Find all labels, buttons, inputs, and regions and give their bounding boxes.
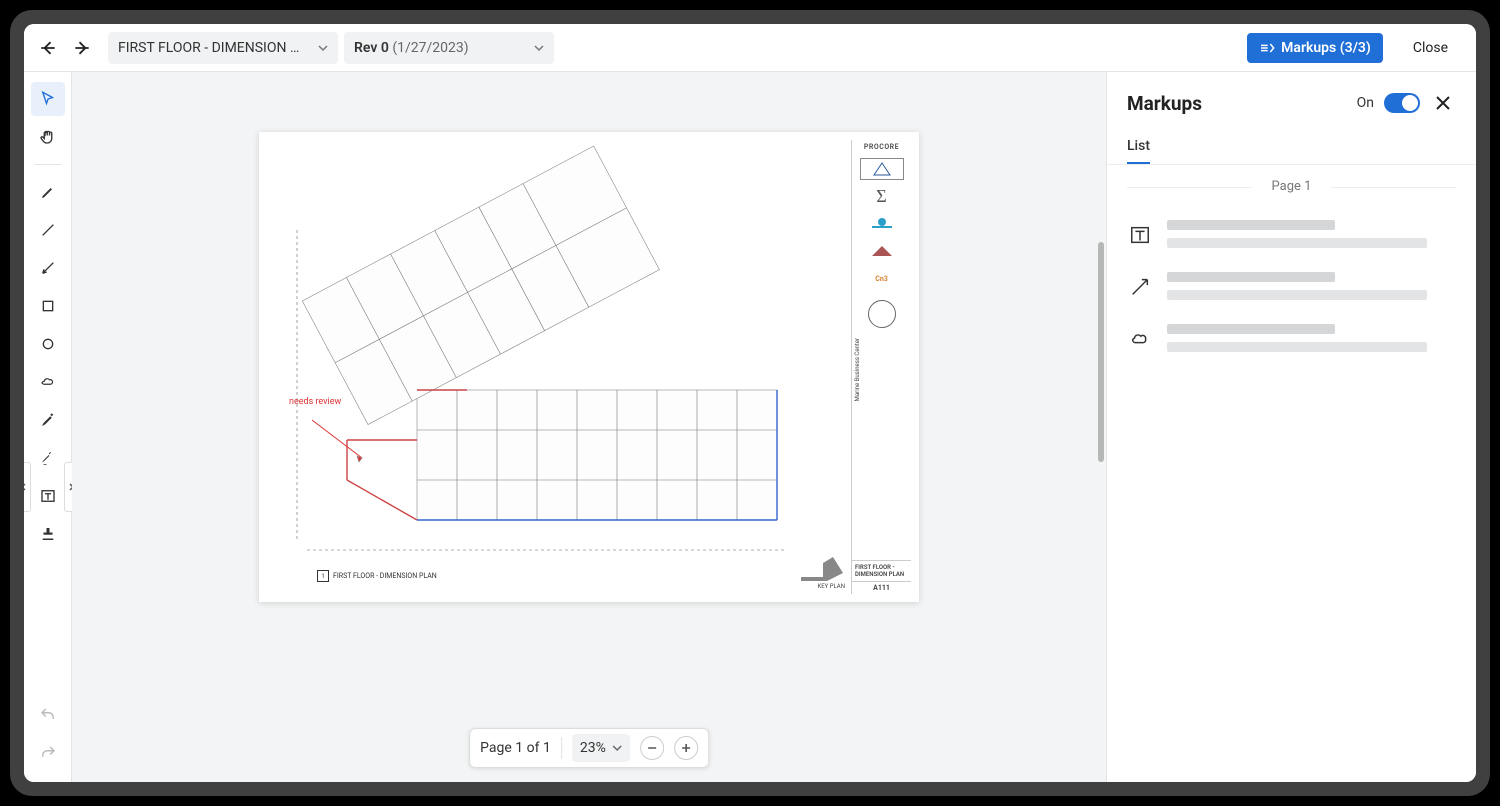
markups-toggle[interactable]: [1384, 93, 1420, 113]
drawing-dropdown[interactable]: FIRST FLOOR - DIMENSION …: [108, 32, 338, 64]
rectangle-tool[interactable]: [31, 289, 65, 323]
zoom-in-button[interactable]: [674, 736, 698, 760]
chevron-down-icon: [318, 43, 328, 53]
arrow-icon: [1127, 274, 1153, 300]
pen-tool[interactable]: [31, 175, 65, 209]
sigma-logo: Σ: [860, 186, 904, 206]
redo-button[interactable]: [31, 736, 65, 770]
list-item[interactable]: [1127, 208, 1456, 260]
markup-annotation-text: needs review: [289, 397, 341, 407]
drawing-page: needs review 1 FIRST FLOOR - DIMENSION P…: [259, 132, 919, 602]
placeholder-line: [1167, 272, 1335, 282]
markups-icon: [1259, 40, 1275, 56]
page-controls: Page 1 of 1 23%: [469, 728, 709, 768]
list-item[interactable]: [1127, 260, 1456, 312]
titleblock: PROCORE Σ Cn3: [851, 140, 911, 594]
procore-logo: PROCORE: [860, 142, 904, 152]
text-box-tool[interactable]: [31, 479, 65, 513]
placeholder-line: [1167, 238, 1427, 248]
placeholder-line: [1167, 220, 1335, 230]
markups-list: Page 1: [1107, 165, 1476, 378]
cloud-icon: [1127, 326, 1153, 352]
line-tool[interactable]: [31, 213, 65, 247]
zoom-dropdown[interactable]: 23%: [572, 734, 630, 762]
panel-close-button[interactable]: [1430, 90, 1456, 116]
markups-button[interactable]: Markups (3/3): [1247, 33, 1383, 63]
chevron-down-icon: [612, 743, 622, 753]
canvas-area[interactable]: needs review 1 FIRST FLOOR - DIMENSION P…: [72, 72, 1106, 782]
list-item[interactable]: [1127, 312, 1456, 364]
zoom-out-button[interactable]: [640, 736, 664, 760]
close-button[interactable]: Close: [1413, 40, 1448, 56]
nav-back-button[interactable]: [34, 34, 62, 62]
logo-icon: [860, 158, 904, 180]
floor-plan-graphic: [267, 140, 847, 594]
panel-title: Markups: [1127, 92, 1347, 115]
north-arrow-icon: [868, 300, 896, 328]
plan-caption-text: FIRST FLOOR - DIMENSION PLAN: [333, 572, 437, 580]
zoom-value: 23%: [580, 740, 606, 756]
left-toolbar: [24, 72, 72, 782]
key-plan: KEY PLAN: [785, 553, 845, 590]
ellipse-tool[interactable]: [31, 327, 65, 361]
pan-tool[interactable]: [31, 120, 65, 154]
key-plan-label: KEY PLAN: [817, 583, 845, 590]
project-name: Marine Business Center: [852, 334, 863, 405]
top-bar: FIRST FLOOR - DIMENSION … Rev 0 (1/27/20…: [24, 24, 1476, 72]
page-indicator: Page 1 of 1: [480, 740, 551, 756]
text-box-icon: [1127, 222, 1153, 248]
logo-icon: [860, 240, 904, 262]
placeholder-line: [1167, 342, 1427, 352]
markups-button-label: Markups (3/3): [1281, 40, 1371, 56]
arrow-tool[interactable]: [31, 251, 65, 285]
revision-label: Rev 0: [354, 40, 389, 56]
undo-button[interactable]: [31, 698, 65, 732]
chevron-down-icon: [534, 43, 544, 53]
placeholder-line: [1167, 290, 1427, 300]
toolbar-expand-left[interactable]: [24, 462, 31, 512]
placeholder-line: [1167, 324, 1335, 334]
scrollbar[interactable]: [1098, 242, 1104, 462]
plan-caption-number: 1: [317, 570, 329, 582]
stamp-tool[interactable]: [31, 517, 65, 551]
logo-icon: [860, 212, 904, 234]
revision-date: (1/27/2023): [392, 40, 468, 56]
cloud-tool[interactable]: [31, 365, 65, 399]
cn3-logo: Cn3: [860, 268, 904, 290]
nav-forward-button[interactable]: [68, 34, 96, 62]
select-tool[interactable]: [31, 82, 65, 116]
markups-panel: Markups On List Page 1: [1106, 72, 1476, 782]
close-icon: [1434, 94, 1452, 112]
revision-dropdown[interactable]: Rev 0 (1/27/2023): [344, 32, 554, 64]
drawing-dropdown-label: FIRST FLOOR - DIMENSION …: [118, 40, 299, 56]
toggle-label: On: [1357, 95, 1374, 111]
text-highlight-tool[interactable]: [31, 441, 65, 475]
sheet-title: FIRST FLOOR - DIMENSION PLAN: [852, 560, 911, 581]
tab-list[interactable]: List: [1127, 130, 1150, 164]
highlight-tool[interactable]: [31, 403, 65, 437]
sheet-number: A111: [852, 581, 911, 594]
plan-caption: 1 FIRST FLOOR - DIMENSION PLAN: [317, 570, 437, 582]
page-separator: Page 1: [1127, 179, 1456, 194]
